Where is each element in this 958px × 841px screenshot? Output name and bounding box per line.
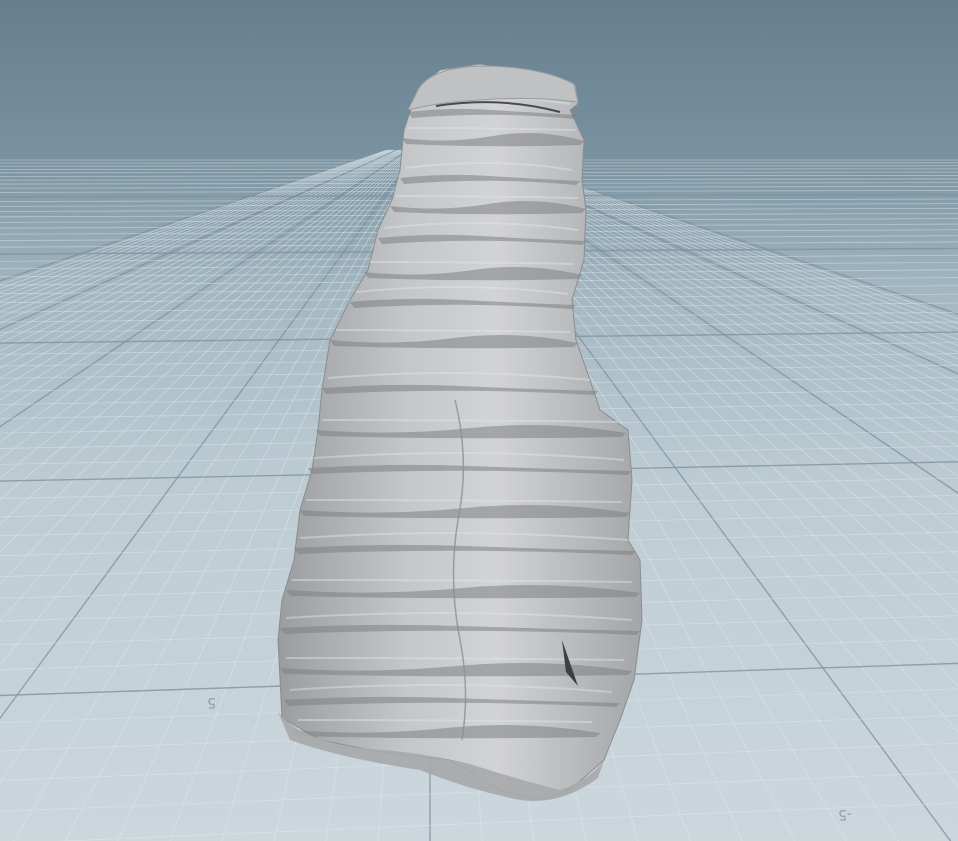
grid-axis-label-neg: -5 — [838, 806, 852, 822]
3d-viewport[interactable]: 5 -5 — [0, 0, 958, 841]
scene-canvas[interactable]: 5 -5 — [0, 0, 958, 841]
grid-axis-label-pos: 5 — [207, 694, 216, 710]
